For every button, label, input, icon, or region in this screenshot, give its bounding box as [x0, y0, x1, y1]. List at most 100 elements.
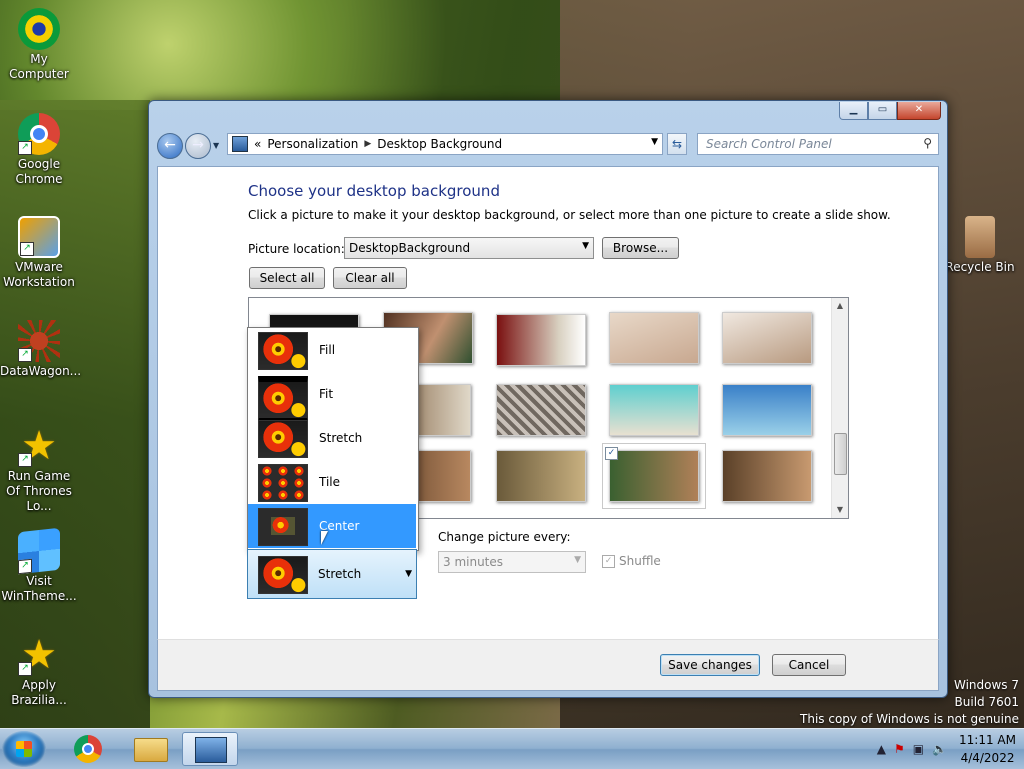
show-hidden-icons-icon[interactable]: ▲ — [877, 742, 886, 756]
chrome-icon: ↗ — [18, 113, 60, 155]
thumbnail[interactable] — [722, 450, 812, 502]
search-icon[interactable]: ⚲ — [923, 136, 932, 150]
breadcrumb-separator-icon[interactable]: ▶ — [364, 139, 371, 149]
picture-position-dropdown: Fill Fit Stretch Tile Center — [247, 327, 419, 551]
interval-select[interactable]: 3 minutes ▼ — [438, 551, 586, 573]
address-dropdown-icon[interactable]: ▼ — [651, 137, 658, 147]
browse-button[interactable]: Browse... — [602, 237, 679, 259]
clock[interactable]: 11:11 AM 4/4/2022 — [959, 731, 1016, 767]
shortcut-arrow-icon: ↗ — [20, 242, 34, 256]
search-input[interactable]: Search Control Panel ⚲ — [697, 133, 939, 155]
taskbar-explorer[interactable] — [122, 732, 178, 766]
scroll-thumb[interactable] — [834, 433, 847, 475]
desktop-icon-apply-brazilia[interactable]: ★ ↗ Apply Brazilia... — [0, 634, 78, 708]
position-option-tile[interactable]: Tile — [248, 460, 416, 504]
refresh-button[interactable]: ⇆ — [667, 133, 687, 155]
picture-position-value: Stretch — [318, 567, 362, 581]
recent-pages-dropdown[interactable]: ▼ — [213, 141, 219, 150]
change-picture-label: Change picture every: — [438, 530, 571, 544]
start-button[interactable] — [2, 731, 46, 767]
interval-value: 3 minutes — [443, 555, 504, 569]
windows-flag-icon — [16, 741, 32, 757]
desktop-icon-label: Visit WinTheme... — [1, 574, 77, 603]
taskbar-chrome[interactable] — [60, 732, 116, 766]
thumbnail-checkbox[interactable]: ✓ — [605, 447, 618, 460]
position-option-stretch[interactable]: Stretch — [248, 416, 416, 460]
network-icon[interactable]: ▣ — [913, 742, 924, 756]
shuffle-check-icon[interactable]: ✓ — [602, 554, 615, 568]
select-all-button[interactable]: Select all — [249, 267, 325, 289]
desktop-icon-run-game[interactable]: ★ ↗ Run Game Of Thrones Lo... — [0, 425, 78, 514]
scroll-down-icon[interactable]: ▼ — [832, 502, 848, 518]
breadcrumb-desktop-background[interactable]: Desktop Background — [377, 137, 502, 151]
shortcut-arrow-icon: ↗ — [18, 662, 32, 676]
back-button[interactable]: ← — [157, 133, 183, 159]
navigation-bar: ← → ▼ « Personalization ▶ Desktop Backgr… — [157, 133, 939, 159]
desktop-icon-recycle-bin[interactable]: Recycle Bin — [940, 216, 1020, 275]
clock-date: 4/4/2022 — [960, 751, 1015, 765]
desktop-icon-my-computer[interactable]: My Computer — [0, 8, 78, 82]
desktop-icon-label: Run Game Of Thrones Lo... — [6, 469, 72, 513]
picture-location-select[interactable]: DesktopBackground ▼ — [344, 237, 594, 259]
thumbnail[interactable] — [722, 384, 812, 436]
thumbnail[interactable] — [609, 312, 699, 364]
star-icon: ★ ↗ — [18, 425, 60, 467]
thumbnail[interactable] — [496, 450, 586, 502]
clear-all-button[interactable]: Clear all — [333, 267, 407, 289]
scroll-up-icon[interactable]: ▲ — [832, 298, 848, 314]
chevron-down-icon: ▼ — [405, 569, 412, 579]
thumbnail-selected[interactable] — [602, 443, 706, 509]
position-option-fit[interactable]: Fit — [248, 372, 416, 424]
thumbnail[interactable] — [609, 384, 699, 436]
chevron-down-icon: ▼ — [582, 241, 589, 251]
breadcrumb-personalization[interactable]: Personalization — [267, 137, 358, 151]
windows-watermark: Windows 7 Build 7601 This copy of Window… — [800, 677, 1019, 728]
option-label: Stretch — [319, 431, 363, 445]
center-preview-icon — [258, 508, 308, 546]
chrome-icon — [74, 735, 102, 763]
desktop-icon-label: My Computer — [9, 52, 69, 81]
breadcrumb-overflow[interactable]: « — [254, 137, 261, 151]
picture-position-select[interactable]: Stretch ▼ — [247, 549, 417, 599]
thumbnail[interactable] — [496, 384, 586, 436]
picture-location-label: Picture location: — [248, 242, 345, 256]
cancel-button[interactable]: Cancel — [772, 654, 846, 676]
clock-time: 11:11 AM — [959, 733, 1016, 747]
desktop-icon-datawagon[interactable]: ↗ DataWagon... — [0, 320, 81, 379]
fill-preview-icon — [258, 332, 308, 370]
minimize-button[interactable]: ▁ — [839, 102, 868, 120]
thumbnail[interactable] — [496, 314, 586, 366]
address-bar[interactable]: « Personalization ▶ Desktop Background ▼ — [227, 133, 663, 155]
chevron-down-icon: ▼ — [574, 555, 581, 565]
datawagon-icon: ↗ — [18, 320, 60, 362]
watermark-line: Windows 7 — [953, 678, 1019, 692]
option-label: Fill — [319, 343, 336, 357]
stretch-preview-icon — [258, 556, 308, 594]
volume-icon[interactable]: 🔈 — [932, 742, 947, 756]
desktop-icon-visit-wintheme[interactable]: ↗ Visit WinTheme... — [0, 527, 78, 604]
gallery-scrollbar[interactable]: ▲ ▼ — [831, 298, 848, 518]
position-option-center[interactable]: Center — [248, 504, 416, 548]
wallpaper-foliage — [0, 0, 560, 110]
desktop-icon-label: Apply Brazilia... — [11, 678, 67, 707]
thumbnail[interactable] — [722, 312, 812, 364]
shortcut-arrow-icon: ↗ — [18, 348, 32, 362]
save-changes-button[interactable]: Save changes — [660, 654, 760, 676]
action-center-icon[interactable]: ⚑ — [894, 742, 905, 756]
system-tray: ▲ ⚑ ▣ 🔈 11:11 AM 4/4/2022 — [873, 729, 1016, 769]
desktop-icon-label: Recycle Bin — [945, 260, 1015, 274]
desktop-icon-label: VMware Workstation — [3, 260, 75, 289]
shuffle-checkbox[interactable]: ✓ Shuffle — [602, 554, 661, 568]
page-subtitle: Click a picture to make it your desktop … — [248, 208, 891, 222]
shortcut-arrow-icon: ↗ — [18, 558, 32, 575]
maximize-button[interactable]: ▭ — [868, 102, 897, 120]
close-button[interactable]: ✕ — [897, 102, 941, 120]
desktop-icon-google-chrome[interactable]: ↗ Google Chrome — [0, 113, 78, 187]
forward-button[interactable]: → — [185, 133, 211, 159]
shuffle-label: Shuffle — [619, 554, 661, 568]
star-icon: ★ ↗ — [18, 634, 60, 676]
desktop-icon-vmware[interactable]: ↗ VMware Workstation — [0, 216, 78, 290]
recycle-bin-icon — [965, 216, 995, 258]
position-option-fill[interactable]: Fill — [248, 328, 416, 372]
taskbar-control-panel[interactable] — [182, 732, 238, 766]
